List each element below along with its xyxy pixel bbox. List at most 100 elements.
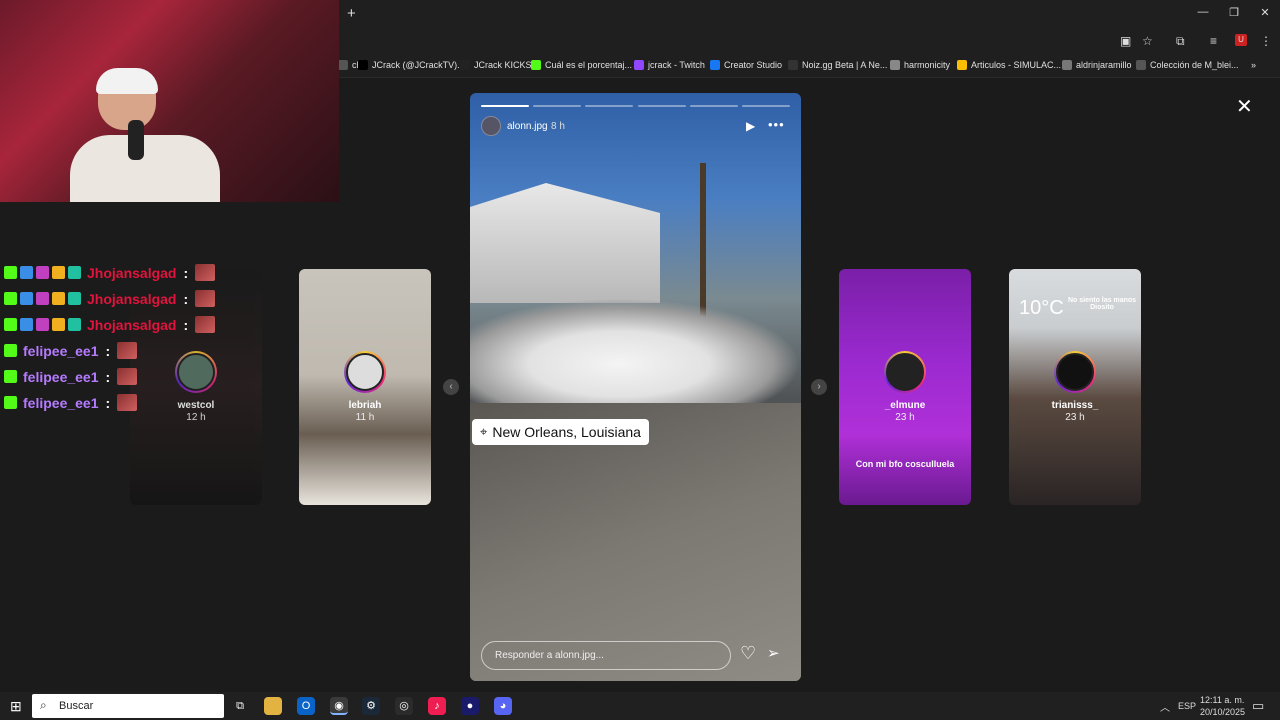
story-card-elmune[interactable]: _elmune 23 h Con mi bfo cosculluela — [839, 269, 971, 505]
discord-icon[interactable]: ◕ — [494, 697, 512, 715]
heart-icon[interactable]: ♡ — [740, 643, 756, 664]
story-time: 8 h — [551, 121, 565, 132]
chat-username[interactable]: felipee_ee1 — [23, 369, 99, 385]
profile-icon[interactable]: U — [1235, 34, 1247, 46]
bookmark-favicon-icon — [957, 60, 967, 70]
chevron-up-icon[interactable]: ︿ — [1160, 699, 1170, 714]
story-username: trianisss_ — [1051, 400, 1099, 411]
story-card-lebriah[interactable]: lebriah 11 h — [299, 269, 431, 505]
chat-message: Jhojansalgad: — [4, 316, 216, 333]
chat-emote-icon — [195, 290, 216, 307]
chat-username[interactable]: felipee_ee1 — [23, 395, 99, 411]
play-icon[interactable]: ▶ — [746, 119, 755, 133]
minimize-icon[interactable]: — — [1193, 6, 1213, 18]
cast-icon[interactable]: ▣ — [1120, 34, 1131, 48]
language-indicator[interactable]: ESP — [1178, 701, 1196, 711]
outlook-icon[interactable]: O — [297, 697, 315, 715]
more-options-icon[interactable]: ••• — [768, 117, 785, 132]
chat-separator: : — [183, 264, 189, 281]
close-viewer-button[interactable]: ✕ — [1236, 94, 1253, 119]
windows-start-icon[interactable]: ⊞ — [10, 698, 22, 715]
story-card-trianisss[interactable]: 10°C No siento las manos Diosito trianis… — [1009, 269, 1141, 505]
clock-date[interactable]: 20/10/2025 — [1200, 707, 1245, 717]
bookmark-star-icon[interactable]: ☆ — [1142, 34, 1153, 48]
prev-story-arrow[interactable]: ‹ — [443, 379, 459, 395]
extensions-icon[interactable]: ⧉ — [1176, 34, 1185, 49]
restore-icon[interactable]: ❐ — [1224, 6, 1244, 19]
notifications-icon[interactable]: ▭ — [1252, 698, 1264, 714]
story-caption: Con mi bfo cosculluela — [855, 459, 955, 469]
bookmark-label: Colección de M_blei... — [1150, 60, 1239, 70]
more-bookmarks-button[interactable]: » — [1251, 60, 1256, 70]
menu-icon[interactable]: ⋮ — [1260, 34, 1272, 48]
microphone — [128, 120, 144, 160]
reply-input[interactable]: Responder a alonn.jpg... — [481, 641, 731, 670]
location-sticker[interactable]: ⌖ New Orleans, Louisiana — [472, 419, 649, 445]
bookmark-item[interactable]: harmonicity — [890, 60, 950, 70]
location-label: New Orleans, Louisiana — [492, 424, 641, 440]
chat-message: Jhojansalgad: — [4, 290, 216, 307]
send-icon[interactable]: ➢ — [767, 644, 780, 662]
bookmark-favicon-icon — [358, 60, 368, 70]
bookmark-item[interactable]: jcrack - Twitch — [634, 60, 705, 70]
bookmark-favicon-icon — [1062, 60, 1072, 70]
story-username[interactable]: alonn.jpg — [507, 121, 548, 132]
bookmark-item[interactable]: Colección de M_blei... — [1136, 60, 1239, 70]
tiktok-icon[interactable]: ♪ — [428, 697, 446, 715]
story-time: 12 h — [186, 412, 206, 423]
chat-separator: : — [105, 394, 111, 411]
story-progress-segment — [585, 105, 634, 107]
chat-username[interactable]: Jhojansalgad — [87, 291, 176, 307]
bookmark-favicon-icon — [788, 60, 798, 70]
steam-icon[interactable]: ⚙ — [362, 697, 380, 715]
avatar[interactable] — [481, 116, 501, 136]
chat-separator: : — [183, 290, 189, 307]
chat-username[interactable]: Jhojansalgad — [87, 317, 176, 333]
avatar — [1056, 353, 1094, 391]
bookmark-item[interactable]: JCrack (@JCrackTV)... — [358, 60, 465, 70]
story-note: No siento las manos Diosito — [1067, 297, 1137, 311]
media-icon[interactable]: ≡ — [1210, 34, 1217, 48]
chat-separator: : — [105, 368, 111, 385]
bookmark-item[interactable]: Articulos - SIMULAC... — [957, 60, 1061, 70]
story-temperature: 10°C — [1019, 297, 1064, 319]
bookmark-favicon-icon — [890, 60, 900, 70]
app-icon[interactable]: ● — [461, 697, 479, 715]
search-placeholder: Buscar — [59, 700, 94, 712]
next-story-arrow[interactable]: › — [811, 379, 827, 395]
story-progress-segment — [637, 105, 686, 107]
chat-username[interactable]: felipee_ee1 — [23, 343, 99, 359]
chat-username[interactable]: Jhojansalgad — [87, 265, 176, 281]
story-username: lebriah — [348, 400, 382, 411]
new-tab-button[interactable]: + — [347, 5, 356, 22]
shirt — [70, 135, 220, 202]
taskbar-search[interactable]: ⌕ Buscar — [32, 694, 224, 718]
bookmark-item[interactable]: Noiz.gg Beta | A Ne... — [788, 60, 887, 70]
task-view-icon[interactable]: ⧉ — [231, 697, 249, 715]
bookmark-item[interactable]: aldrinjaramillo — [1062, 60, 1132, 70]
car-image — [470, 298, 801, 418]
file-explorer-icon[interactable] — [264, 697, 282, 715]
bookmark-label: Creator Studio — [724, 60, 783, 70]
bookmark-item[interactable]: Creator Studio — [710, 60, 782, 70]
search-icon: ⌕ — [40, 698, 47, 712]
obs-icon[interactable]: ◎ — [395, 697, 413, 715]
clock-time[interactable]: 12:11 a. m. — [1200, 695, 1244, 705]
avatar — [346, 353, 384, 391]
bookmark-item[interactable]: JCrack KICKS — [460, 60, 532, 70]
story-progress-segment — [741, 105, 790, 107]
chat-badge-icon — [4, 344, 17, 357]
chat-badge-icon — [36, 266, 49, 279]
chrome-icon[interactable]: ◉ — [330, 697, 348, 715]
cap — [96, 68, 158, 94]
window-close-icon[interactable]: ✕ — [1255, 6, 1275, 19]
chat-badge-icon — [20, 266, 33, 279]
bookmark-favicon-icon — [1136, 60, 1146, 70]
chat-badge-icon — [68, 292, 81, 305]
reply-placeholder: Responder a alonn.jpg... — [495, 650, 604, 661]
main-story[interactable]: alonn.jpg 8 h ▶ ••• ⌖ New Orleans, Louis… — [470, 93, 801, 681]
bookmark-item[interactable]: Cuál es el porcentaj... — [531, 60, 632, 70]
chat-separator: : — [183, 316, 189, 333]
story-progress-segment — [481, 105, 530, 107]
story-progress-segment — [533, 105, 582, 107]
